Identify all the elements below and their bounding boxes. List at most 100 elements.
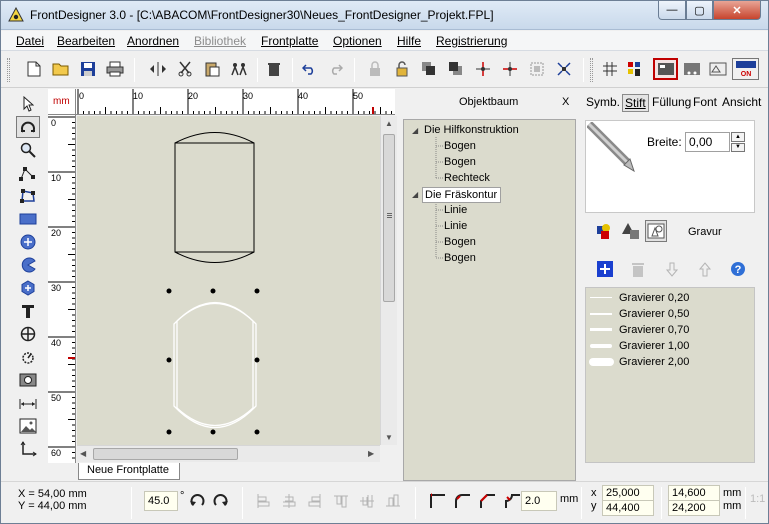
corner-chamfer-icon[interactable] bbox=[477, 490, 499, 512]
delete-icon[interactable] bbox=[263, 58, 285, 80]
rotate-ccw-icon[interactable] bbox=[186, 490, 208, 512]
tree-item[interactable]: Linie bbox=[444, 204, 467, 216]
position-y-input[interactable]: 44,400 bbox=[602, 500, 654, 516]
tree-item[interactable]: Bogen bbox=[444, 140, 476, 152]
polyline-icon[interactable] bbox=[16, 162, 40, 184]
tree-item[interactable]: Bogen bbox=[444, 156, 476, 168]
scroll-down-icon[interactable]: ▼ bbox=[385, 433, 393, 442]
vertical-scroll-thumb[interactable] bbox=[383, 134, 395, 302]
scroll-right-icon[interactable]: ▶ bbox=[368, 449, 374, 458]
add-pen-icon[interactable] bbox=[594, 258, 616, 280]
menu-hilfe[interactable]: Hilfe bbox=[397, 34, 421, 48]
image-icon[interactable] bbox=[16, 415, 40, 437]
tree-expand-icon[interactable]: ◢ bbox=[412, 190, 418, 199]
view-mode-1-icon[interactable] bbox=[653, 58, 678, 80]
arc-tool-icon[interactable] bbox=[16, 116, 40, 138]
cut-icon[interactable] bbox=[174, 58, 196, 80]
align-top-icon[interactable] bbox=[330, 490, 352, 512]
help-icon[interactable]: ? bbox=[727, 258, 749, 280]
vertical-scrollbar[interactable]: ▲ ▼ bbox=[380, 116, 397, 445]
minimize-button[interactable]: — bbox=[658, 1, 686, 20]
open-folder-icon[interactable] bbox=[50, 58, 72, 80]
rotate-cw-icon[interactable] bbox=[210, 490, 232, 512]
align-left-icon[interactable] bbox=[252, 490, 274, 512]
gear-scale-icon[interactable] bbox=[16, 346, 40, 368]
align-bottom-icon[interactable] bbox=[382, 490, 404, 512]
axis-icon[interactable] bbox=[16, 438, 40, 460]
list-item[interactable]: Gravierer 0,20 bbox=[586, 290, 756, 306]
tree-item[interactable]: Rechteck bbox=[444, 172, 490, 184]
scroll-up-icon[interactable]: ▲ bbox=[385, 119, 393, 128]
close-button[interactable]: ✕ bbox=[713, 1, 761, 20]
colors-icon[interactable] bbox=[624, 58, 646, 80]
group-icon[interactable] bbox=[526, 58, 548, 80]
spin-down-icon[interactable]: ▼ bbox=[731, 142, 745, 152]
crosshair-icon[interactable] bbox=[16, 323, 40, 345]
ungroup-icon[interactable] bbox=[553, 58, 575, 80]
maximize-button[interactable]: ▢ bbox=[686, 1, 713, 20]
hole-icon[interactable] bbox=[16, 369, 40, 391]
toggle-on-icon[interactable]: ON bbox=[732, 58, 759, 80]
center-cross-icon[interactable] bbox=[499, 58, 521, 80]
paste-icon[interactable] bbox=[201, 58, 223, 80]
menu-registrierung[interactable]: Registrierung bbox=[436, 34, 507, 48]
grid-icon[interactable] bbox=[599, 58, 621, 80]
rectangle-icon[interactable] bbox=[16, 208, 40, 230]
align-vcenter-icon[interactable] bbox=[356, 490, 378, 512]
new-file-icon[interactable] bbox=[23, 58, 45, 80]
send-back-icon[interactable] bbox=[445, 58, 467, 80]
menu-bearbeiten[interactable]: Bearbeiten bbox=[57, 34, 115, 48]
list-item[interactable]: Gravierer 2,00 bbox=[586, 354, 756, 370]
tree-item[interactable]: Bogen bbox=[444, 252, 476, 264]
corner-radius-input[interactable]: 2.0 bbox=[521, 491, 557, 511]
tab-neue-frontplatte[interactable]: Neue Frontplatte bbox=[78, 463, 180, 480]
list-item[interactable]: Gravierer 0,70 bbox=[586, 322, 756, 338]
breite-spinner[interactable]: ▲ ▼ bbox=[731, 132, 745, 152]
position-x-input[interactable]: 25,000 bbox=[602, 485, 654, 501]
pie-icon[interactable] bbox=[16, 254, 40, 276]
tab-stift[interactable]: Stift bbox=[622, 94, 649, 112]
undo-icon[interactable] bbox=[298, 58, 320, 80]
redo-icon[interactable] bbox=[325, 58, 347, 80]
breite-input[interactable]: 0,00 bbox=[685, 132, 730, 152]
view-mode-3-icon[interactable] bbox=[705, 58, 730, 80]
align-right-icon[interactable] bbox=[304, 490, 326, 512]
engrave-icon[interactable] bbox=[645, 220, 667, 242]
unlock-icon[interactable] bbox=[391, 58, 413, 80]
bring-front-icon[interactable] bbox=[418, 58, 440, 80]
horizontal-scroll-thumb[interactable] bbox=[93, 448, 238, 460]
tab-ansicht[interactable]: Ansicht bbox=[720, 94, 763, 110]
horizontal-scrollbar[interactable]: ◀ ▶ bbox=[77, 445, 380, 462]
flip-horizontal-icon[interactable] bbox=[147, 58, 169, 80]
align-center-icon[interactable] bbox=[472, 58, 494, 80]
text-icon[interactable] bbox=[16, 300, 40, 322]
duplicate-icon[interactable] bbox=[228, 58, 250, 80]
size-height-input[interactable]: 24,200 bbox=[668, 500, 720, 516]
corner-round-icon[interactable] bbox=[452, 490, 474, 512]
hexagon-icon[interactable] bbox=[16, 277, 40, 299]
menu-optionen[interactable]: Optionen bbox=[333, 34, 382, 48]
menu-datei[interactable]: Datei bbox=[16, 34, 44, 48]
print-icon[interactable] bbox=[104, 58, 126, 80]
drawing-canvas[interactable] bbox=[77, 116, 380, 445]
tab-font[interactable]: Font bbox=[691, 94, 719, 110]
list-item[interactable]: Gravierer 1,00 bbox=[586, 338, 756, 354]
tab-fuellung[interactable]: Füllung bbox=[650, 94, 693, 110]
menu-frontplatte[interactable]: Frontplatte bbox=[261, 34, 318, 48]
move-up-icon[interactable] bbox=[694, 258, 716, 280]
zoom-icon[interactable] bbox=[16, 139, 40, 161]
object-tree-close-button[interactable]: X bbox=[562, 96, 569, 108]
corner-square-icon[interactable] bbox=[427, 490, 449, 512]
spin-up-icon[interactable]: ▲ bbox=[731, 132, 745, 142]
scroll-left-icon[interactable]: ◀ bbox=[80, 449, 86, 458]
circle-icon[interactable] bbox=[16, 231, 40, 253]
tree-group-hilfkonstruktion[interactable]: Die Hilfkonstruktion bbox=[424, 124, 519, 136]
move-down-icon[interactable] bbox=[661, 258, 683, 280]
save-icon[interactable] bbox=[77, 58, 99, 80]
menu-anordnen[interactable]: Anordnen bbox=[127, 34, 179, 48]
tree-item[interactable]: Linie bbox=[444, 220, 467, 232]
shape-fill-icon[interactable] bbox=[620, 220, 642, 242]
color-fill-icon[interactable] bbox=[594, 220, 616, 242]
tree-item[interactable]: Bogen bbox=[444, 236, 476, 248]
rotation-angle-input[interactable]: 45.0 bbox=[144, 491, 178, 511]
